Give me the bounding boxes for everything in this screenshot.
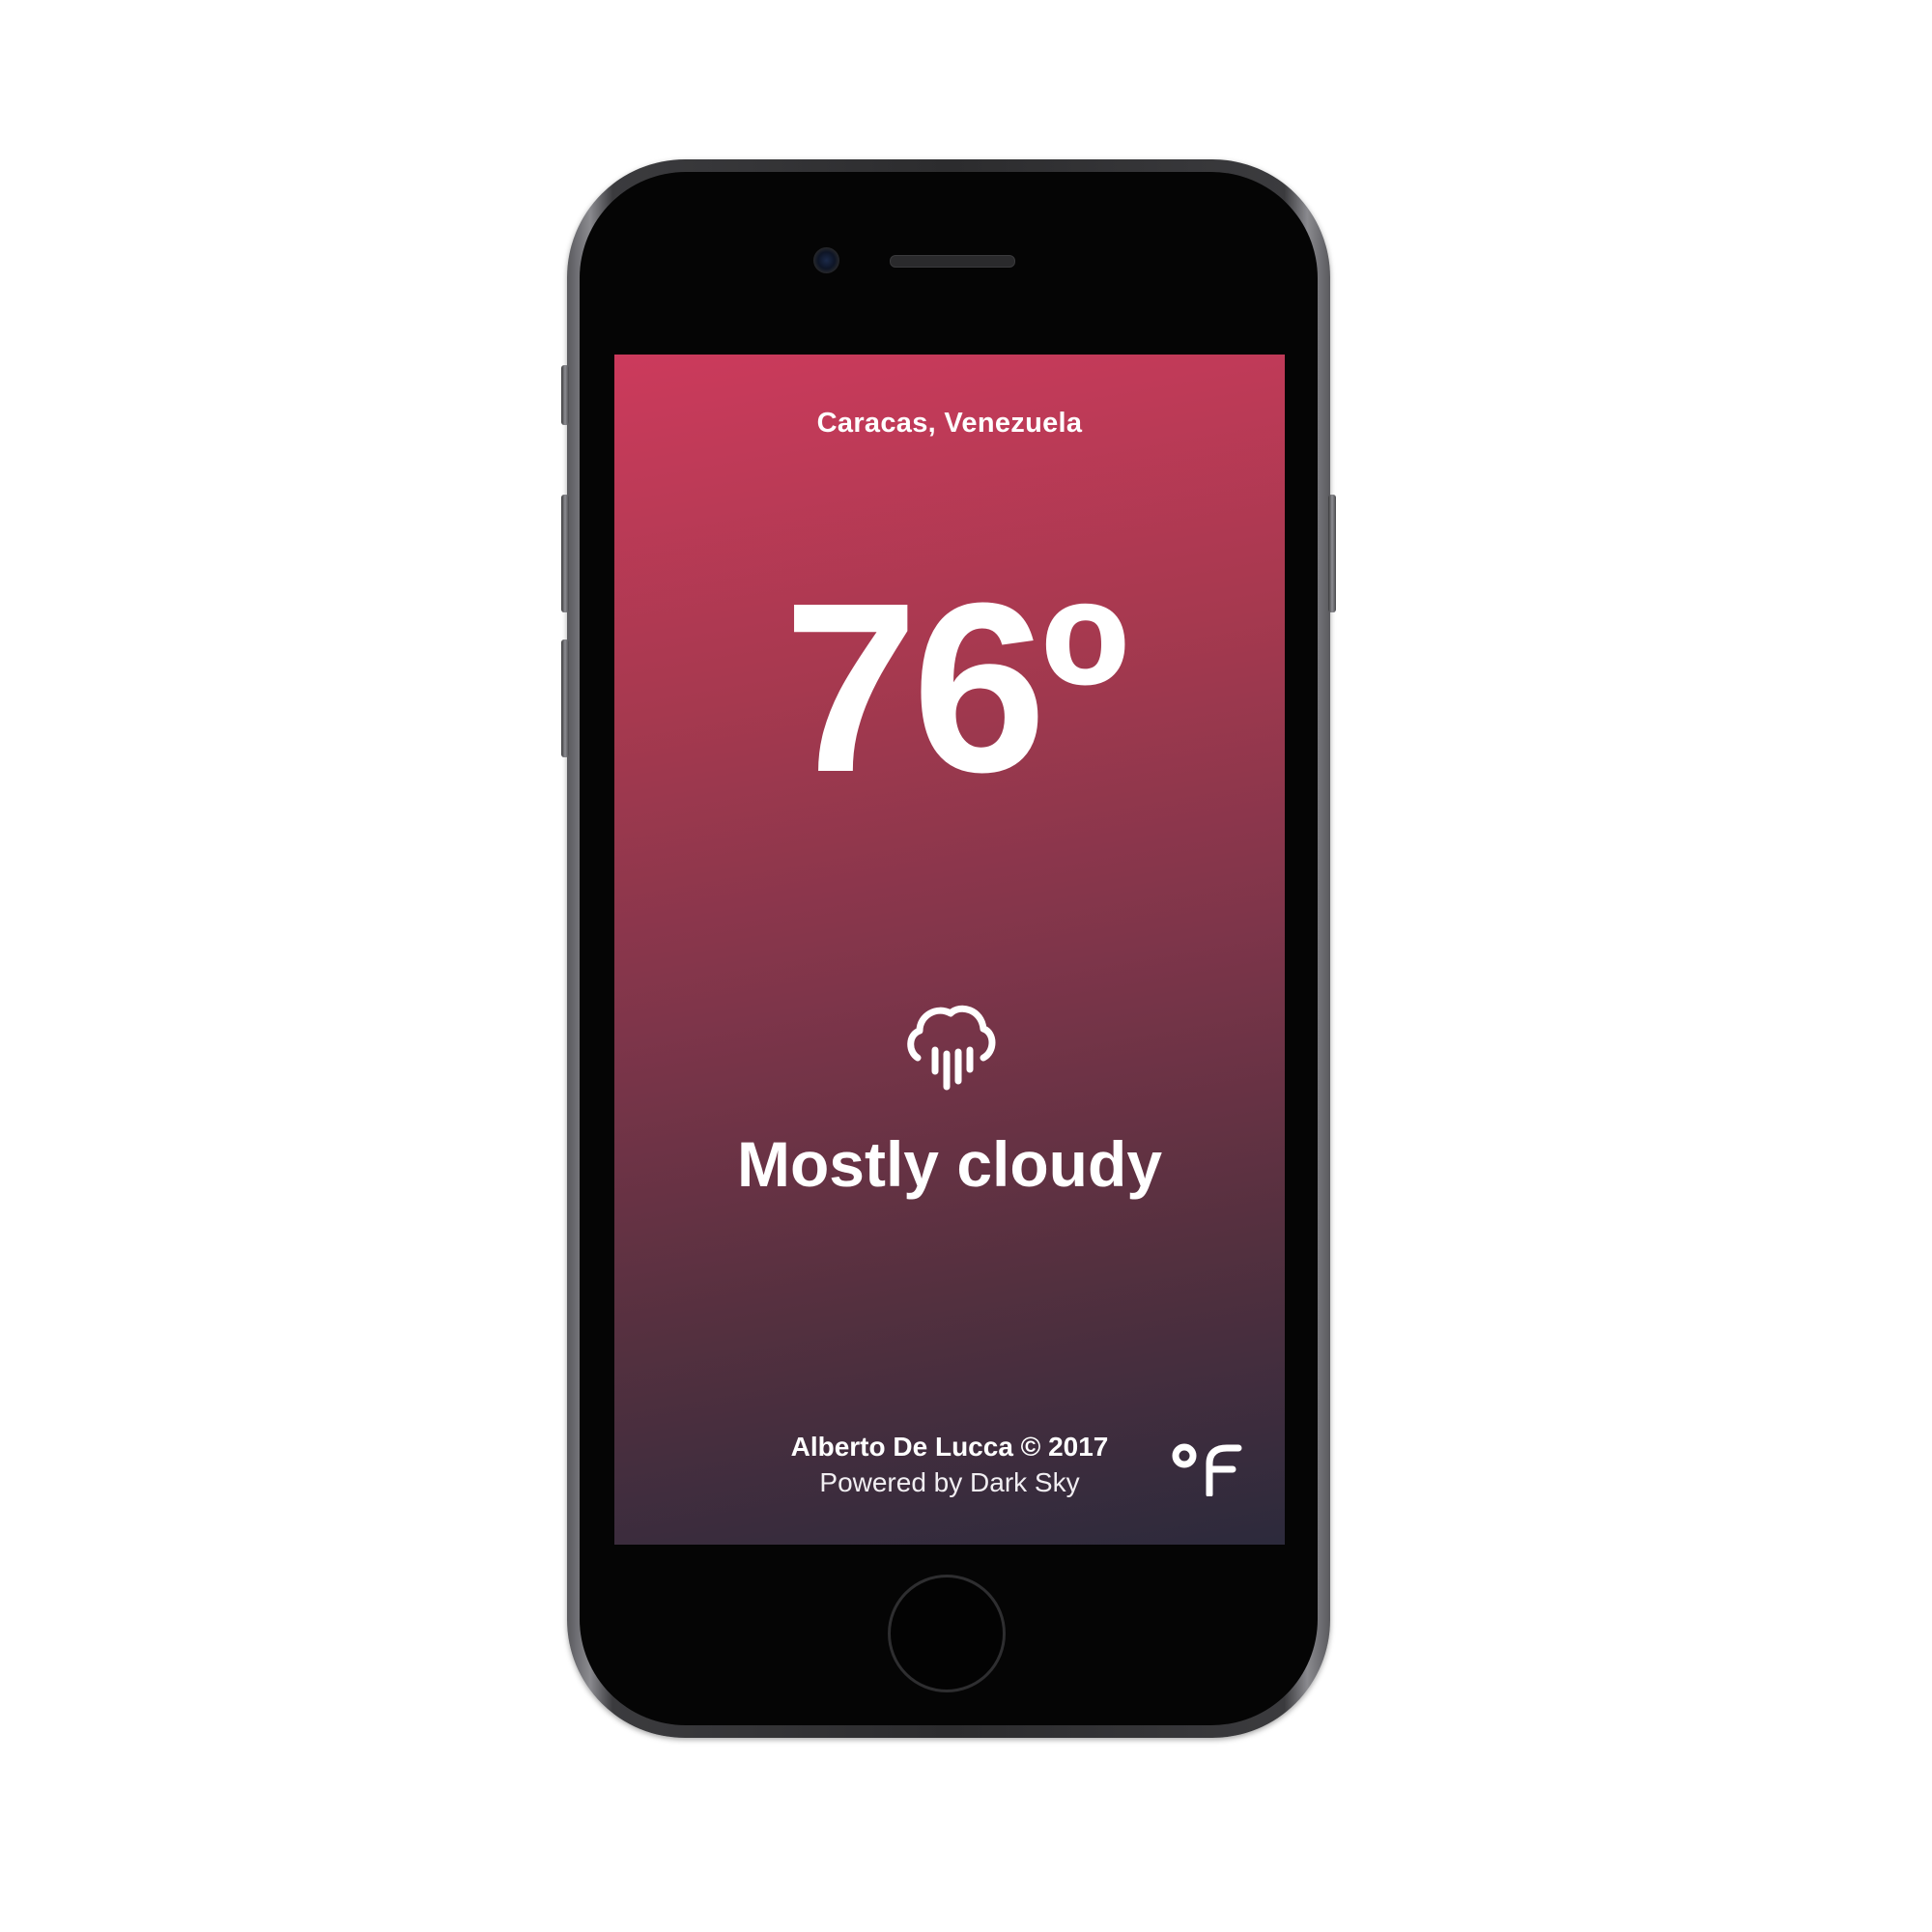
mute-switch xyxy=(561,365,569,425)
weather-screen: Caracas, Venezuela 76º Mostly cloudy Alb… xyxy=(614,355,1285,1545)
volume-down-button xyxy=(561,639,569,757)
temperature-value: 76º xyxy=(783,553,1128,822)
power-button xyxy=(1328,495,1336,612)
location-label: Caracas, Venezuela xyxy=(816,408,1083,439)
device-mockup: Caracas, Venezuela 76º Mostly cloudy Alb… xyxy=(0,0,1932,1932)
fahrenheit-toggle-icon[interactable] xyxy=(1171,1442,1248,1496)
earpiece-speaker xyxy=(890,255,1015,268)
condition-label: Mostly cloudy xyxy=(736,1128,1163,1200)
volume-up-button xyxy=(561,495,569,612)
home-button[interactable] xyxy=(888,1575,1006,1692)
rain-cloud-icon xyxy=(907,1005,996,1091)
front-camera xyxy=(813,247,839,273)
